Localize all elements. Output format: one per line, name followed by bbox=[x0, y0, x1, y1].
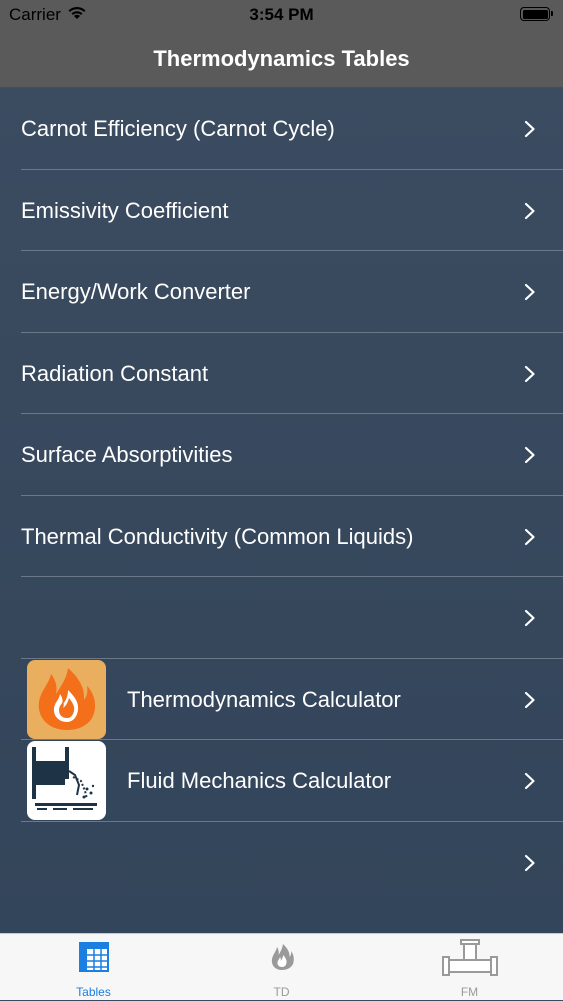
list-item-label: Carnot Efficiency (Carnot Cycle) bbox=[21, 116, 335, 141]
chevron-right-icon bbox=[524, 609, 535, 627]
tab-bar: Tables TD FM bbox=[0, 933, 563, 1000]
chevron-right-icon bbox=[524, 446, 535, 464]
flame-app-icon bbox=[27, 659, 106, 739]
list-item-label: Surface Absorptivities bbox=[21, 442, 233, 467]
tab-td[interactable]: TD bbox=[188, 934, 375, 1001]
page-title: Thermodynamics Tables bbox=[153, 46, 410, 71]
list-item-label: Energy/Work Converter bbox=[21, 279, 251, 304]
flame-icon bbox=[271, 944, 294, 970]
list-item-carnot-efficiency[interactable]: Carnot Efficiency (Carnot Cycle) bbox=[0, 88, 563, 170]
battery-tip bbox=[551, 11, 553, 16]
list-item-emissivity-coefficient[interactable]: Emissivity Coefficient bbox=[0, 170, 563, 251]
status-bar: Carrier 3:54 PM bbox=[0, 0, 563, 30]
clock-time: 3:54 PM bbox=[249, 5, 314, 24]
chevron-right-icon bbox=[524, 528, 535, 545]
tab-label: Tables bbox=[76, 985, 111, 999]
list-item-label: Thermal Conductivity (Common Liquids) bbox=[21, 523, 414, 549]
list-item-energy-work-converter[interactable]: Energy/Work Converter bbox=[0, 251, 563, 333]
list-item-label: Emissivity Coefficient bbox=[21, 197, 229, 223]
chevron-right-icon bbox=[524, 854, 535, 871]
tables-list: Carnot Efficiency (Carnot Cycle) Emissiv… bbox=[0, 88, 563, 933]
pipe-icon bbox=[441, 939, 498, 976]
chevron-right-icon bbox=[524, 365, 535, 382]
tab-fm[interactable]: FM bbox=[376, 934, 563, 1001]
list-item-blank[interactable] bbox=[0, 822, 563, 904]
list-item-label: Thermodynamics Calculator bbox=[127, 686, 401, 712]
navigation-bar: Thermodynamics Tables bbox=[0, 30, 563, 88]
chevron-right-icon bbox=[524, 283, 535, 301]
table-grid-icon bbox=[78, 942, 109, 972]
list-item-label: Fluid Mechanics Calculator bbox=[127, 768, 392, 793]
fluid-tank-app-icon bbox=[27, 741, 106, 820]
tab-tables[interactable]: Tables bbox=[0, 934, 187, 1001]
list-item-radiation-constant[interactable]: Radiation Constant bbox=[0, 333, 563, 414]
chevron-right-icon bbox=[524, 202, 535, 219]
tab-label: TD bbox=[273, 985, 290, 999]
list-item-thermodynamics-calculator[interactable]: Thermodynamics Calculator bbox=[0, 659, 563, 740]
tab-label: FM bbox=[460, 985, 479, 999]
list-item-label: Radiation Constant bbox=[21, 360, 209, 386]
list-item-fluid-mechanics-calculator[interactable]: Fluid Mechanics Calculator bbox=[0, 740, 563, 822]
chevron-right-icon bbox=[524, 772, 535, 790]
list-item-thermal-conductivity[interactable]: Thermal Conductivity (Common Liquids) bbox=[0, 496, 563, 577]
battery-icon bbox=[520, 7, 550, 21]
chevron-right-icon bbox=[524, 691, 535, 708]
chevron-right-icon bbox=[524, 120, 535, 138]
list-item-blank[interactable] bbox=[0, 577, 563, 659]
list-item-surface-absorptivities[interactable]: Surface Absorptivities bbox=[0, 414, 563, 496]
